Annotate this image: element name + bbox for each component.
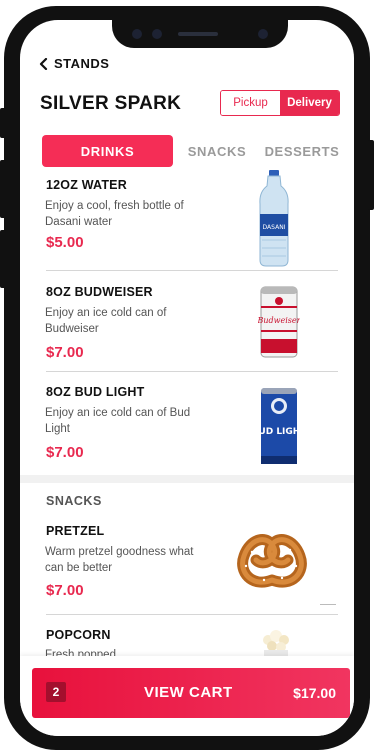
chevron-left-icon <box>39 57 48 70</box>
notch <box>112 20 288 48</box>
budweiser-can-icon: Budweiser <box>258 286 300 358</box>
camera-icon <box>132 29 142 39</box>
can-brand: Budweiser <box>258 316 300 325</box>
section-heading-snacks: SNACKS <box>46 494 102 508</box>
tab-desserts[interactable]: DESSERTS <box>260 135 344 167</box>
item-name: 8OZ BUD LIGHT <box>46 385 145 399</box>
item-price: $5.00 <box>46 234 84 251</box>
sensor-icon <box>152 29 162 39</box>
speaker-grille <box>178 32 218 36</box>
pretzel-icon <box>237 534 307 588</box>
app-screen: STANDS SILVER SPARK Pickup Delivery DRIN… <box>20 20 354 736</box>
item-description: Warm pretzel goodness what can be better <box>45 546 194 574</box>
back-to-stands-link[interactable]: STANDS <box>38 56 109 71</box>
item-price: $7.00 <box>46 582 84 599</box>
water-bottle-icon: DASANI <box>259 170 289 267</box>
item-name: 12OZ WATER <box>46 178 127 192</box>
popcorn-icon <box>263 630 289 656</box>
view-cart-button[interactable]: 2 VIEW CART $17.00 <box>32 668 350 718</box>
section-separator <box>20 475 354 483</box>
page-title: SILVER SPARK <box>40 93 182 114</box>
item-description: Fresh popped <box>45 649 116 656</box>
item-description: Enjoy an ice cold can of Budweiser <box>45 307 167 335</box>
cart-count-badge: 2 <box>46 682 66 702</box>
can-brand: BUD LIGHT <box>258 427 300 437</box>
tab-drinks[interactable]: DRINKS <box>42 135 173 167</box>
divider <box>320 604 336 605</box>
item-name: 8OZ BUDWEISER <box>46 285 153 299</box>
item-description: Enjoy a cool, fresh bottle of Dasani wat… <box>45 200 184 228</box>
front-camera-icon <box>258 29 268 39</box>
item-name: PRETZEL <box>46 524 105 538</box>
menu-item-bud-light[interactable]: 8OZ BUD LIGHT Enjoy an ice cold can of B… <box>20 372 354 472</box>
view-cart-label: VIEW CART <box>144 684 233 701</box>
item-price: $7.00 <box>46 444 84 461</box>
power-button <box>368 140 374 210</box>
tab-snacks[interactable]: SNACKS <box>182 135 252 167</box>
menu-item-water[interactable]: 12OZ WATER Enjoy a cool, fresh bottle of… <box>20 170 354 270</box>
category-tabs: DRINKS SNACKS DESSERTS <box>42 135 342 167</box>
back-label: STANDS <box>54 56 110 71</box>
cart-total: $17.00 <box>293 685 336 701</box>
volume-down-button <box>0 230 6 288</box>
divider <box>46 614 338 615</box>
bottle-brand: DASANI <box>263 224 286 231</box>
volume-up-button <box>0 160 6 218</box>
order-mode-toggle: Pickup Delivery <box>220 90 340 116</box>
menu-item-budweiser[interactable]: 8OZ BUDWEISER Enjoy an ice cold can of B… <box>20 271 354 371</box>
bud-light-can-icon: BUD LIGHT <box>258 388 300 464</box>
cart-bar: 2 VIEW CART $17.00 <box>20 656 354 736</box>
item-name: POPCORN <box>46 628 111 642</box>
menu-item-pretzel[interactable]: PRETZEL Warm pretzel goodness what can b… <box>20 518 354 608</box>
mute-switch <box>0 108 6 138</box>
menu-item-popcorn[interactable]: POPCORN Fresh popped <box>20 616 354 656</box>
item-price: $7.00 <box>46 344 84 361</box>
item-description: Enjoy an ice cold can of Bud Light <box>45 407 191 435</box>
pickup-option[interactable]: Pickup <box>221 91 280 115</box>
delivery-option[interactable]: Delivery <box>280 91 339 115</box>
